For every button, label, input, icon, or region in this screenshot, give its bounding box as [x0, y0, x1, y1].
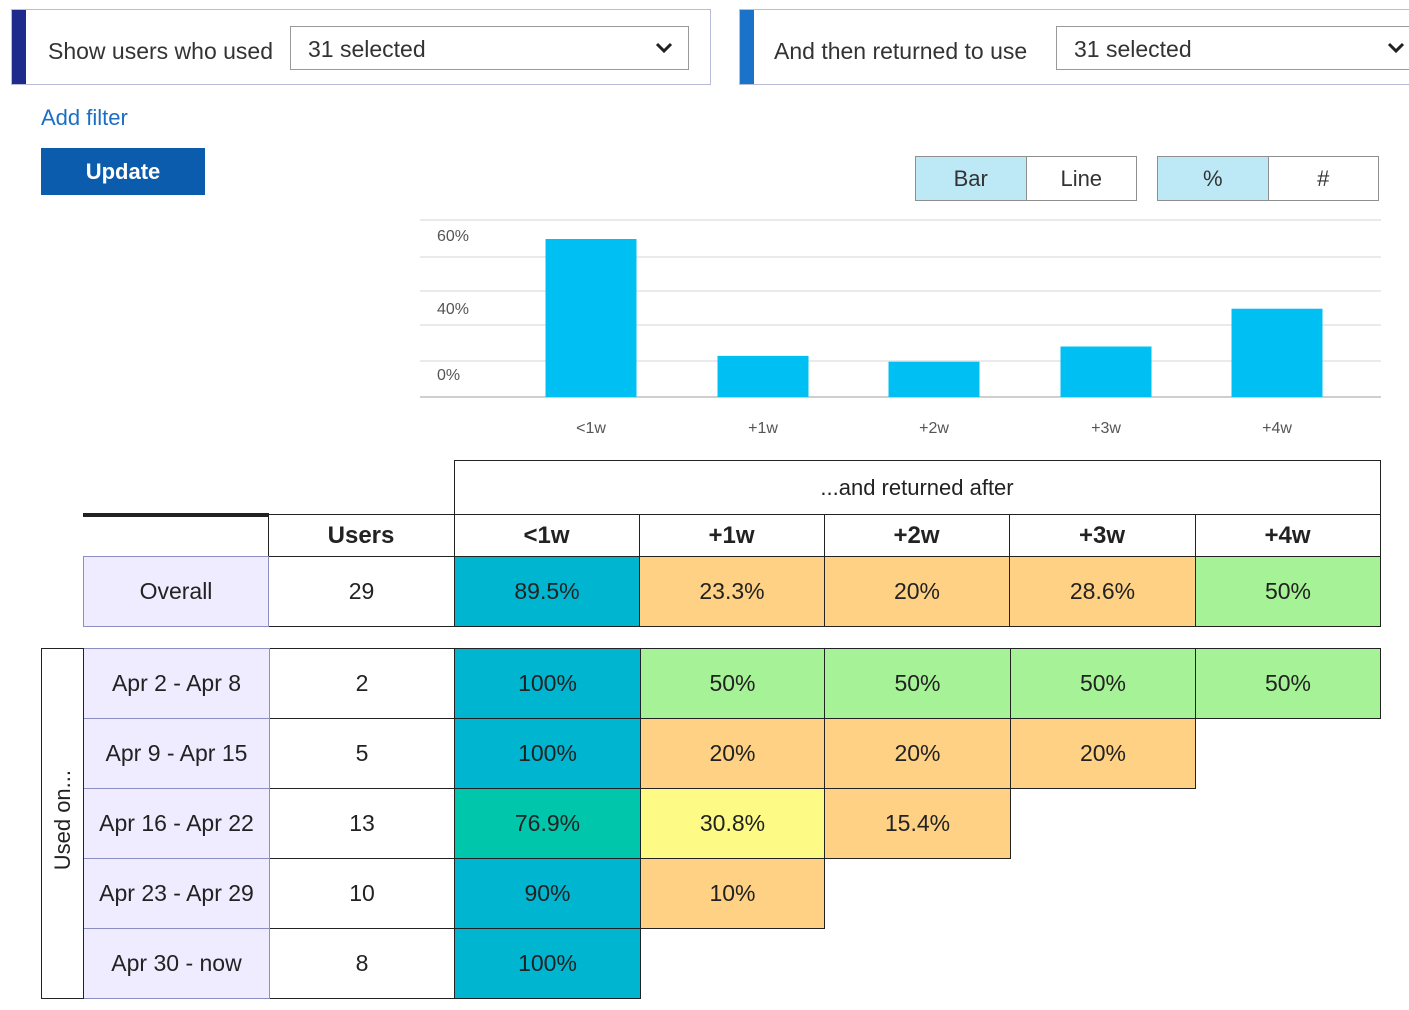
retention-cell: 20%: [1010, 718, 1196, 789]
used-on-axis-label: Used on...: [41, 648, 84, 999]
retention-cell: 28.6%: [1009, 556, 1196, 627]
user-count: 13: [269, 788, 455, 859]
x-tick-label: +3w: [1091, 420, 1121, 437]
filter-accent-bar: [740, 10, 754, 84]
x-tick-label: <1w: [576, 420, 606, 437]
chart-type-toggle: Bar Line: [915, 156, 1137, 201]
column-header: <1w: [453, 514, 640, 557]
count-option[interactable]: #: [1267, 157, 1378, 200]
filter-returned-to-use: And then returned to use 31 selected: [739, 9, 1409, 85]
column-header: +1w: [638, 514, 825, 557]
overall-row-table: Overall 29 89.5% 23.3% 20% 28.6% 50%: [83, 556, 1381, 627]
cohort-row: Apr 23 - Apr 29 10 90% 10%: [42, 858, 1381, 929]
percent-option[interactable]: %: [1158, 157, 1268, 200]
filter-show-users: Show users who used 31 selected: [11, 9, 711, 85]
cohort-row: Apr 16 - Apr 22 13 76.9% 30.8% 15.4%: [42, 788, 1381, 859]
y-tick-label: 0%: [437, 367, 460, 384]
filter-select[interactable]: 31 selected: [1056, 26, 1409, 70]
bar-option[interactable]: Bar: [916, 157, 1026, 200]
cohort-row: Apr 9 - Apr 15 5 100% 20% 20% 20%: [42, 718, 1381, 789]
empty-cell: [641, 929, 825, 999]
empty-cell: [1011, 859, 1196, 929]
retention-cell: 30.8%: [640, 788, 825, 859]
filter-label: Show users who used: [48, 38, 274, 64]
empty-cell: [1196, 789, 1381, 859]
retention-cell: 100%: [454, 648, 641, 719]
empty-cell: [825, 929, 1011, 999]
x-tick-label: +1w: [748, 420, 778, 437]
empty-cell: [1011, 929, 1196, 999]
cohort-table-header: ...and returned after Users <1w +1w +2w …: [83, 460, 1381, 557]
bar: [1060, 346, 1152, 397]
update-button[interactable]: Update: [41, 148, 205, 195]
user-count: 10: [269, 858, 455, 929]
x-tick-label: +4w: [1262, 420, 1292, 437]
y-tick-label: 40%: [437, 301, 469, 318]
retention-cell: 50%: [1195, 648, 1381, 719]
row-label: Apr 16 - Apr 22: [83, 788, 270, 859]
chevron-down-icon: [1387, 42, 1405, 54]
line-option[interactable]: Line: [1025, 157, 1136, 200]
retention-cell: 50%: [1195, 556, 1381, 627]
chevron-down-icon: [655, 42, 673, 54]
retention-cell: 100%: [454, 928, 641, 999]
empty-cell: [1196, 719, 1381, 789]
user-count: 5: [269, 718, 455, 789]
empty-cell: [1011, 789, 1196, 859]
column-header: +3w: [1008, 514, 1196, 557]
column-header: +2w: [823, 514, 1010, 557]
filter-select[interactable]: 31 selected: [290, 26, 689, 70]
filter-accent-bar: [12, 10, 26, 84]
cohort-row: Apr 30 - now 8 100%: [42, 928, 1381, 999]
filter-label: And then returned to use: [774, 38, 1028, 64]
retention-cell: 76.9%: [454, 788, 641, 859]
user-count: 2: [269, 648, 455, 719]
row-label: Overall: [83, 556, 269, 627]
retention-cell: 10%: [640, 858, 825, 929]
cohort-row: Used on... Apr 2 - Apr 8 2 100% 50% 50% 50% 50%: [41, 648, 1381, 999]
bar: [888, 361, 980, 397]
user-count: 8: [269, 928, 455, 999]
retention-cell: 50%: [640, 648, 825, 719]
retention-cell: 89.5%: [454, 556, 640, 627]
retention-cell: 50%: [1010, 648, 1196, 719]
row-label: Apr 23 - Apr 29: [83, 858, 270, 929]
retention-bar-chart: 0% 40% 60% <1w +1w +2w +3w +4w: [420, 219, 1381, 437]
user-count: 29: [268, 556, 455, 627]
bar: [1231, 308, 1323, 397]
retention-cell: 20%: [824, 556, 1010, 627]
retention-cell: 20%: [824, 718, 1011, 789]
x-tick-label: +2w: [919, 420, 949, 437]
column-header: +4w: [1194, 514, 1381, 557]
empty-cell: [1196, 859, 1381, 929]
row-label: Apr 2 - Apr 8: [83, 648, 270, 719]
row-label: Apr 30 - now: [83, 928, 270, 999]
retention-cell: 23.3%: [639, 556, 825, 627]
filter-select-value: 31 selected: [1074, 36, 1192, 62]
filter-select-value: 31 selected: [308, 36, 426, 62]
empty-cell: [1196, 929, 1381, 999]
unit-toggle: % #: [1157, 156, 1379, 201]
retention-cell: 15.4%: [824, 788, 1011, 859]
cohort-rows-table: Used on... Apr 2 - Apr 8 2 100% 50% 50% 50% 50%…: [41, 648, 1381, 999]
y-tick-label: 60%: [437, 228, 469, 245]
overall-row: Overall 29 89.5% 23.3% 20% 28.6% 50%: [83, 556, 1381, 627]
add-filter-link[interactable]: Add filter: [41, 105, 128, 131]
bar: [545, 239, 637, 397]
corner-cell: [83, 512, 268, 557]
retention-cell: 50%: [824, 648, 1011, 719]
bar: [717, 355, 809, 397]
retention-cell: 100%: [454, 718, 641, 789]
returned-after-header: ...and returned after: [453, 460, 1381, 515]
row-label: Apr 9 - Apr 15: [83, 718, 270, 789]
empty-cell: [825, 859, 1011, 929]
retention-cell: 20%: [640, 718, 825, 789]
column-header-users: Users: [267, 514, 455, 557]
used-on-text: Used on...: [49, 770, 75, 871]
retention-cell: 90%: [454, 858, 641, 929]
